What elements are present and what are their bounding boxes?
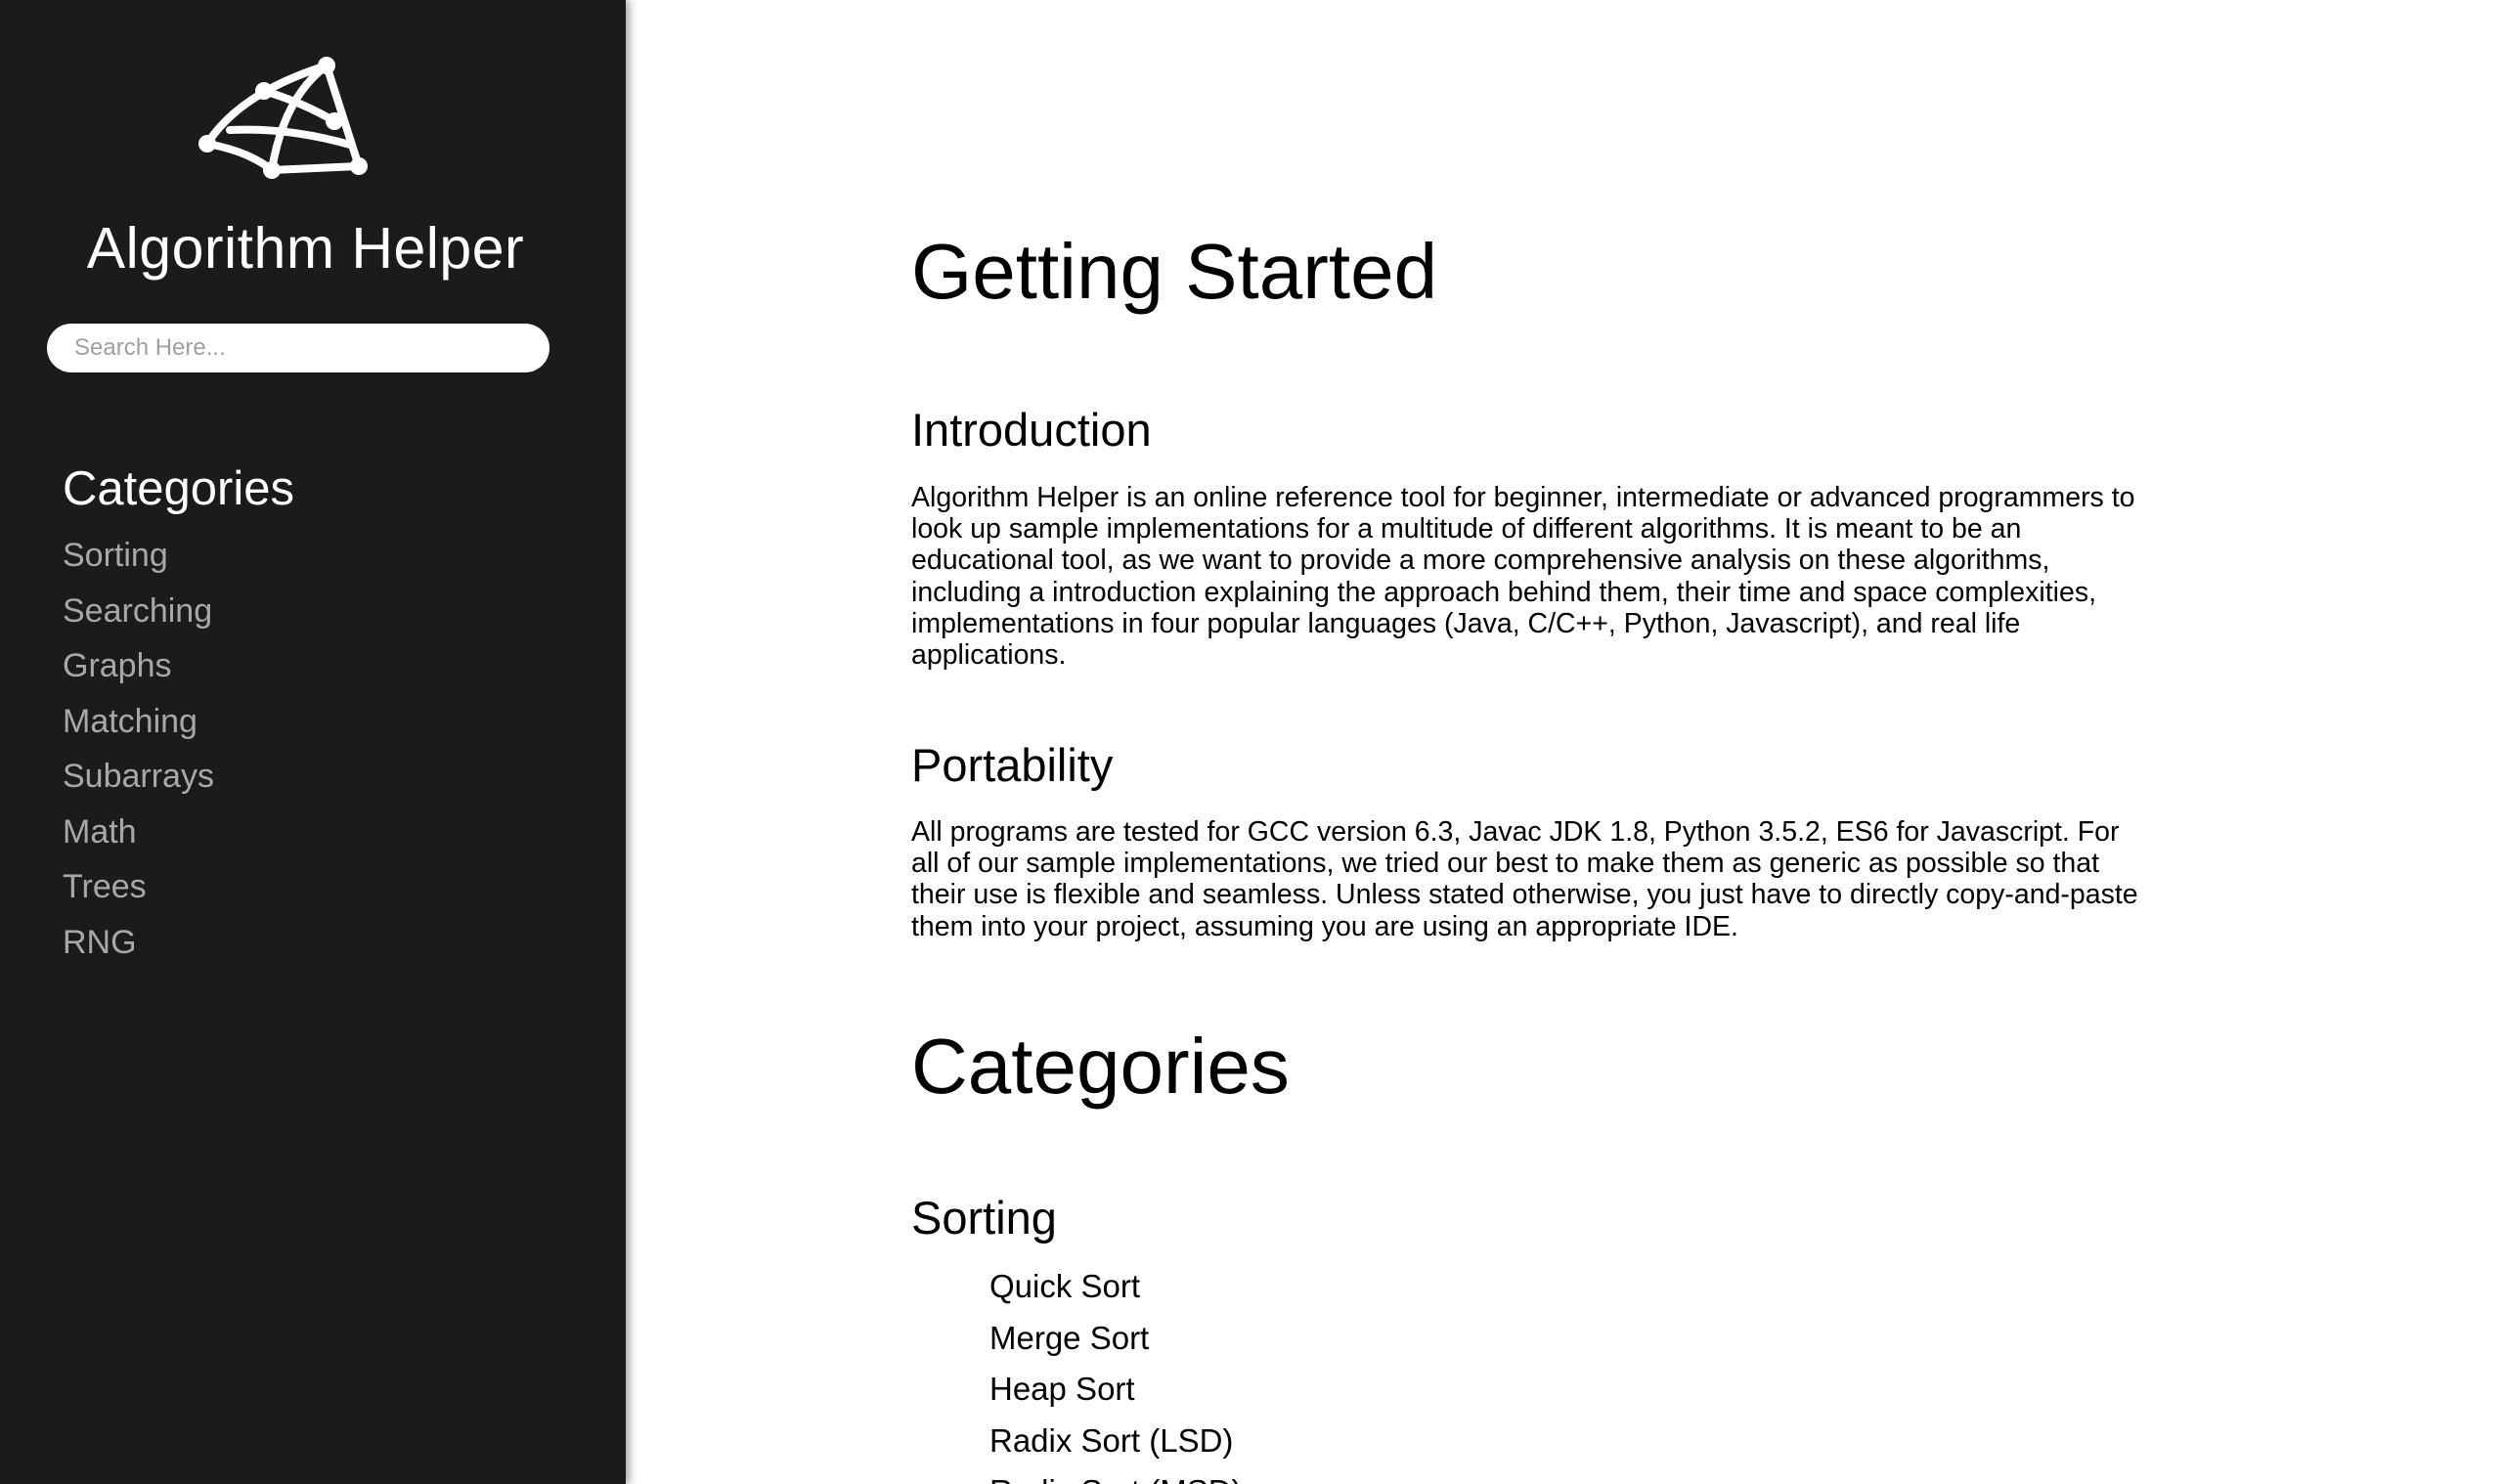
sorting-heading: Sorting (911, 1192, 1057, 1244)
list-item-heap-sort[interactable]: Heap Sort (989, 1364, 1243, 1416)
search-box[interactable] (47, 324, 549, 372)
main-content: Getting Started Introduction Algorithm H… (626, 0, 2503, 1484)
list-item-quick-sort[interactable]: Quick Sort (989, 1261, 1243, 1313)
categories-title: Categories (911, 1023, 1290, 1110)
sidebar-item-rng[interactable]: RNG (63, 915, 214, 971)
sidebar-category-list: Sorting Searching Graphs Matching Subarr… (63, 528, 214, 970)
sidebar-item-matching[interactable]: Matching (63, 694, 214, 750)
page-title: Getting Started (911, 228, 1438, 315)
list-item-radix-sort-lsd[interactable]: Radix Sort (LSD) (989, 1416, 1243, 1467)
sidebar-item-sorting[interactable]: Sorting (63, 528, 214, 584)
sidebar-item-searching[interactable]: Searching (63, 584, 214, 639)
sidebar-item-graphs[interactable]: Graphs (63, 638, 214, 694)
app-title: Algorithm Helper (86, 216, 525, 281)
introduction-heading: Introduction (911, 404, 1152, 456)
list-item-merge-sort[interactable]: Merge Sort (989, 1313, 1243, 1365)
sidebar-item-trees[interactable]: Trees (63, 859, 214, 915)
list-item-radix-sort-msd[interactable]: Radix Sort (MSD) (989, 1466, 1243, 1484)
algorithm-helper-logo-icon[interactable] (196, 49, 372, 196)
portability-heading: Portability (911, 739, 1114, 791)
sidebar-item-math[interactable]: Math (63, 805, 214, 860)
sidebar-item-subarrays[interactable]: Subarrays (63, 749, 214, 805)
sidebar: Algorithm Helper Categories Sorting Sear… (0, 0, 626, 1484)
sidebar-categories-heading: Categories (63, 462, 294, 515)
sorting-algorithm-list: Quick Sort Merge Sort Heap Sort Radix So… (989, 1261, 1243, 1484)
search-input[interactable] (72, 333, 524, 363)
introduction-text: Algorithm Helper is an online reference … (911, 482, 2135, 672)
portability-text: All programs are tested for GCC version … (911, 816, 2138, 942)
